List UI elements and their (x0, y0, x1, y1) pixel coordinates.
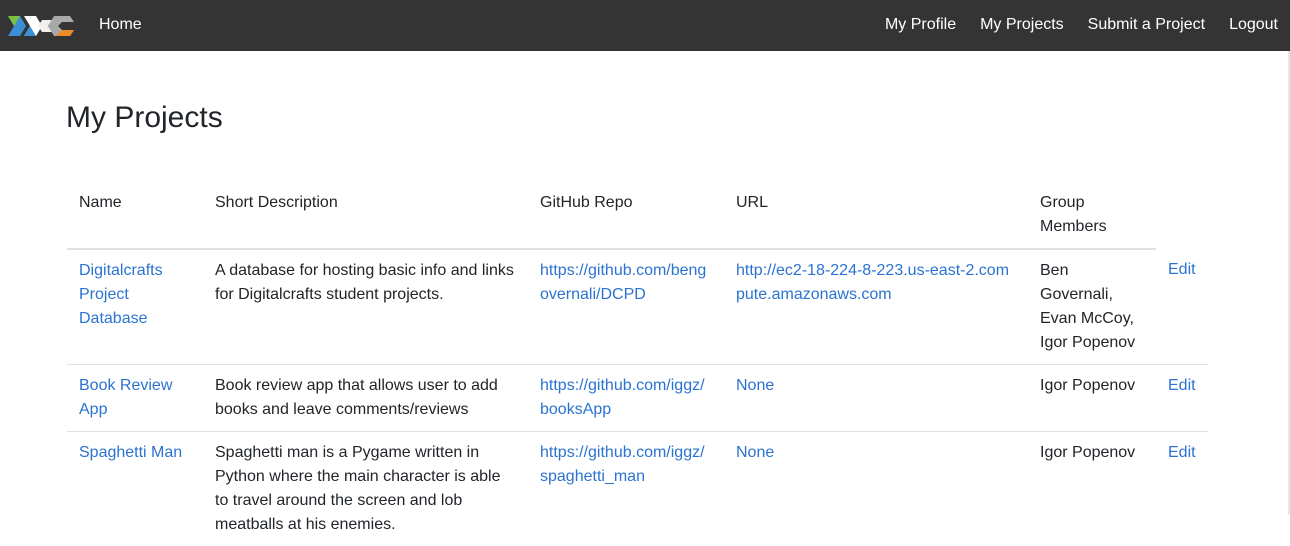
table-row: Digitalcrafts Project Database A databas… (67, 249, 1208, 365)
project-url-link[interactable]: None (736, 377, 774, 394)
edit-project-link[interactable]: Edit (1168, 444, 1196, 461)
top-navbar: Home My Profile My Projects Submit a Pro… (0, 0, 1290, 51)
project-description: A database for hosting basic info and li… (203, 249, 528, 365)
project-repo-link[interactable]: https://github.com/bengovernali/DCPD (540, 262, 706, 303)
project-name-link[interactable]: Digitalcrafts Project Database (79, 262, 163, 327)
project-members: Igor Popenov (1028, 365, 1156, 432)
project-name-link[interactable]: Spaghetti Man (79, 444, 182, 461)
project-members: Igor Popenov (1028, 432, 1156, 546)
table-row: Spaghetti Man Spaghetti man is a Pygame … (67, 432, 1208, 546)
table-header-row: Name Short Description GitHub Repo URL G… (67, 179, 1208, 249)
projects-table: Name Short Description GitHub Repo URL G… (67, 179, 1208, 546)
project-name-link[interactable]: Book Review App (79, 377, 172, 418)
nav-my-projects-link[interactable]: My Projects (980, 15, 1064, 35)
nav-my-profile-link[interactable]: My Profile (885, 15, 956, 35)
project-members: Ben Governali, Evan McCoy, Igor Popenov (1028, 249, 1156, 365)
nav-right-menu: My Profile My Projects Submit a Project … (885, 15, 1278, 35)
table-row: Book Review App Book review app that all… (67, 365, 1208, 432)
header-name: Name (67, 179, 203, 249)
nav-logout-link[interactable]: Logout (1229, 15, 1278, 35)
edit-project-link[interactable]: Edit (1168, 261, 1196, 278)
page-title: My Projects (66, 98, 223, 138)
edit-project-link[interactable]: Edit (1168, 377, 1196, 394)
header-description: Short Description (203, 179, 528, 249)
header-edit (1156, 179, 1208, 249)
header-url: URL (724, 179, 1028, 249)
project-repo-link[interactable]: https://github.com/iggz/spaghetti_man (540, 444, 705, 485)
digitalcrafts-logo-icon[interactable] (8, 12, 76, 40)
nav-home-link[interactable]: Home (99, 15, 142, 35)
project-description: Book review app that allows user to add … (203, 365, 528, 432)
header-repo: GitHub Repo (528, 179, 724, 249)
project-url-link[interactable]: None (736, 444, 774, 461)
project-repo-link[interactable]: https://github.com/iggz/booksApp (540, 377, 705, 418)
project-url-link[interactable]: http://ec2-18-224-8-223.us-east-2.comput… (736, 262, 1009, 303)
nav-submit-project-link[interactable]: Submit a Project (1088, 15, 1205, 35)
header-members: Group Members (1028, 179, 1156, 249)
project-description: Spaghetti man is a Pygame written in Pyt… (203, 432, 528, 546)
